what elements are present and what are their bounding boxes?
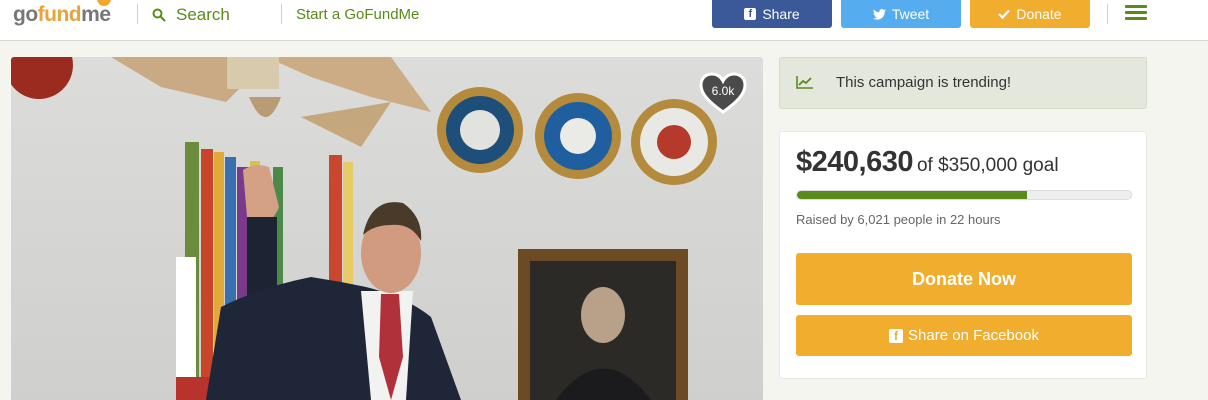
trending-text: This campaign is trending!: [836, 74, 1012, 91]
progress-fill: [797, 191, 1027, 199]
heart-count: 6.0k: [711, 84, 735, 98]
raised-by-text: Raised by 6,021 people in 22 hours: [796, 212, 1001, 227]
tweet-button[interactable]: Tweet: [841, 0, 961, 28]
campaign-hero-image[interactable]: [11, 57, 763, 400]
facebook-icon: f: [744, 8, 757, 20]
tweet-label: Tweet: [891, 6, 930, 22]
share-label: Share: [762, 6, 800, 22]
checkmark-icon: [998, 9, 1011, 19]
raised-amount: $240,630: [796, 146, 913, 178]
divider: [1107, 4, 1108, 24]
goal-text: of $350,000 goal: [916, 155, 1059, 176]
logo-text-me: me: [81, 3, 111, 26]
search-button[interactable]: Search: [152, 5, 230, 25]
divider: [281, 4, 282, 24]
logo-text-go: go: [13, 3, 38, 26]
divider: [137, 4, 138, 24]
top-nav: gofundme Search Start a GoFundMe f Share…: [0, 0, 1208, 41]
search-icon: [152, 8, 166, 22]
hero-photo-illustration: [11, 57, 763, 400]
trending-banner: This campaign is trending!: [779, 57, 1147, 109]
gofundme-logo[interactable]: gofundme: [13, 0, 111, 27]
donation-card: $240,630 of $350,000 goal Raised by 6,021…: [779, 131, 1147, 379]
progress-bar: [796, 190, 1132, 200]
logo-text-fund: fund: [37, 3, 82, 26]
start-gofundme-link[interactable]: Start a GoFundMe: [296, 6, 419, 23]
twitter-icon: [872, 8, 886, 20]
donate-label: Donate: [1016, 6, 1062, 22]
menu-hamburger-icon[interactable]: [1125, 5, 1147, 21]
search-label: Search: [176, 5, 230, 24]
share-facebook-label: Share on Facebook: [908, 327, 1039, 344]
facebook-icon: f: [889, 328, 904, 343]
share-button[interactable]: f Share: [712, 0, 832, 28]
raised-summary: $240,630 of $350,000 goal: [796, 146, 1059, 179]
donate-button[interactable]: Donate: [970, 0, 1090, 28]
trending-chart-icon: [796, 76, 813, 89]
donate-now-button[interactable]: Donate Now: [796, 253, 1132, 305]
share-on-facebook-button[interactable]: f Share on Facebook: [796, 315, 1132, 356]
